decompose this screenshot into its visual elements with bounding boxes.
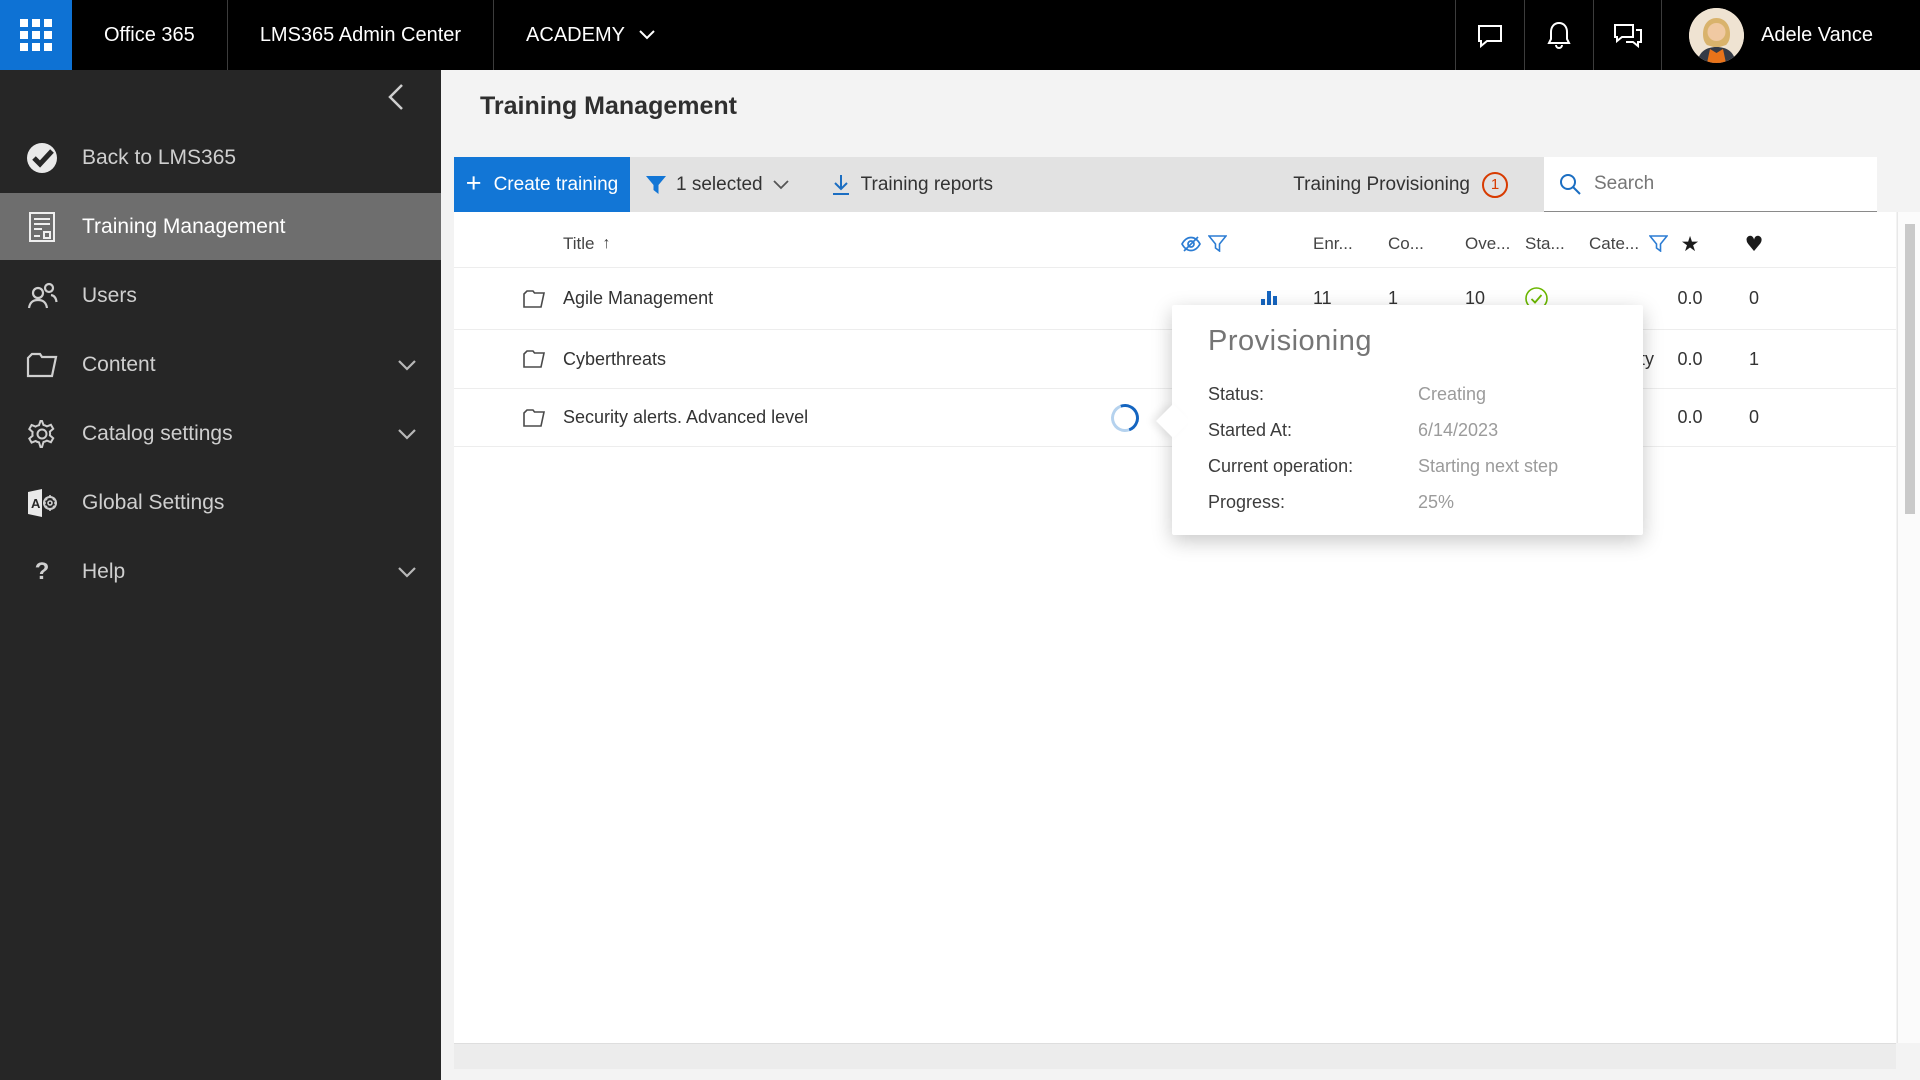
- tooltip-field-label: Status:: [1208, 383, 1265, 404]
- lms365-logo-icon: [20, 142, 64, 174]
- column-header-overdue[interactable]: Ove...: [1465, 220, 1523, 267]
- tooltip-field: Current operation: Starting next step: [1208, 448, 1607, 484]
- users-icon: [20, 282, 64, 310]
- column-header-status[interactable]: Sta...: [1525, 220, 1585, 267]
- filter-icon: [646, 175, 666, 194]
- sidebar: Back to LMS365 Training Management Users…: [0, 70, 441, 1080]
- sidebar-item-training-management[interactable]: Training Management: [0, 193, 441, 260]
- product-name[interactable]: Office 365: [72, 0, 228, 70]
- column-header-rating[interactable]: ★: [1654, 220, 1726, 267]
- sidebar-item-catalog-settings[interactable]: Catalog settings: [0, 400, 441, 467]
- filter-selected-dropdown[interactable]: 1 selected: [646, 174, 789, 196]
- chevron-left-icon: [388, 84, 403, 110]
- app-name[interactable]: LMS365 Admin Center: [228, 0, 495, 70]
- chevron-down-icon: [639, 30, 655, 40]
- sidebar-collapse-button[interactable]: [383, 82, 413, 112]
- sidebar-item-back-to-lms365[interactable]: Back to LMS365: [0, 124, 441, 191]
- page-title: Training Management: [480, 92, 737, 120]
- tooltip-field: Progress: 25%: [1208, 484, 1607, 520]
- chevron-down-icon: [398, 359, 416, 371]
- folder-icon: [523, 268, 545, 329]
- tooltip-field-value: Creating: [1418, 383, 1487, 404]
- rating-value: 0.0: [1677, 348, 1703, 369]
- gear-icon: [20, 419, 64, 449]
- provisioning-tooltip: Provisioning Status: Creating Started At…: [1156, 305, 1643, 535]
- column-header-enrolled[interactable]: Enr...: [1313, 220, 1371, 267]
- tooltip-field-value: Starting next step: [1418, 455, 1559, 476]
- global-settings-icon: A: [20, 488, 64, 518]
- chevron-down-icon: [398, 428, 416, 440]
- horizontal-scrollbar[interactable]: [454, 1043, 1896, 1069]
- help-icon: ?: [34, 557, 50, 585]
- feedback-button[interactable]: [1593, 0, 1663, 70]
- column-header-likes[interactable]: ♥: [1718, 220, 1790, 267]
- sidebar-item-users[interactable]: Users: [0, 262, 441, 329]
- chat-icon: [1478, 25, 1503, 49]
- waffle-icon: [20, 19, 52, 51]
- chevron-down-icon: [772, 179, 789, 189]
- search-box: [1544, 157, 1877, 212]
- filter-outline-icon[interactable]: [1208, 235, 1227, 252]
- tooltip-field-value: 6/14/2023: [1418, 419, 1499, 440]
- column-header-completed[interactable]: Co...: [1388, 220, 1446, 267]
- command-band: 1 selected Training reports Training Pro…: [630, 157, 1544, 212]
- create-training-button[interactable]: + Create training: [454, 157, 630, 212]
- rating-value: 0.0: [1677, 288, 1703, 308]
- star-icon: ★: [1680, 231, 1700, 256]
- heart-icon: ♥: [1744, 231, 1764, 256]
- sort-ascending-icon: ↑: [602, 234, 611, 252]
- tooltip-field-value: 25%: [1418, 491, 1455, 512]
- training-title[interactable]: Cyberthreats: [563, 330, 666, 388]
- chevron-down-icon: [398, 566, 416, 578]
- bell-icon: [1547, 21, 1571, 49]
- tenant-selector[interactable]: ACADEMY: [494, 0, 687, 70]
- training-title[interactable]: Security alerts. Advanced level: [563, 389, 808, 446]
- tooltip-title: Provisioning: [1208, 325, 1372, 357]
- tooltip-field-label: Progress:: [1208, 491, 1286, 512]
- sidebar-item-global-settings[interactable]: A Global Settings: [0, 469, 441, 536]
- training-provisioning-button[interactable]: Training Provisioning 1: [1293, 171, 1544, 198]
- avatar: [1689, 7, 1745, 63]
- training-reports-button[interactable]: Training reports: [831, 174, 993, 196]
- svg-text:A: A: [31, 496, 41, 511]
- scrollbar-thumb[interactable]: [1905, 224, 1915, 514]
- vertical-scrollbar[interactable]: [1897, 212, 1920, 1043]
- download-icon: [832, 174, 849, 195]
- likes-value: 0: [1748, 288, 1759, 308]
- document-icon: [20, 211, 64, 242]
- app-launcher-button[interactable]: [0, 0, 72, 70]
- user-name: Adele Vance: [1761, 23, 1873, 46]
- plus-icon: +: [465, 167, 482, 198]
- training-title[interactable]: Agile Management: [563, 268, 713, 329]
- search-icon: [1560, 174, 1581, 195]
- column-header-visibility: [1180, 220, 1227, 267]
- rating-value: 0.0: [1677, 407, 1703, 427]
- chat-button[interactable]: [1455, 0, 1524, 70]
- likes-value: 1: [1748, 348, 1759, 369]
- table-header-row: Title ↑ Enr... Co... Ove... Sta... Cate.…: [454, 220, 1896, 268]
- notifications-button[interactable]: [1524, 0, 1593, 70]
- suite-top-bar: Office 365 LMS365 Admin Center ACADEMY A…: [0, 0, 1920, 70]
- account-menu[interactable]: Adele Vance: [1662, 7, 1920, 63]
- feedback-icon: [1613, 24, 1642, 49]
- likes-value: 0: [1748, 407, 1759, 427]
- tooltip-field: Started At: 6/14/2023: [1208, 412, 1607, 448]
- sidebar-item-help[interactable]: ? Help: [0, 538, 441, 605]
- eye-off-icon[interactable]: [1180, 235, 1202, 253]
- main-content: Training Management + Create training 1 …: [441, 70, 1920, 1080]
- tooltip-field-label: Current operation:: [1208, 455, 1354, 476]
- folder-icon: [523, 389, 545, 446]
- sidebar-item-content[interactable]: Content: [0, 331, 441, 398]
- tooltip-field-label: Started At:: [1208, 419, 1293, 440]
- folder-icon: [20, 352, 64, 378]
- search-input[interactable]: [1594, 173, 1834, 195]
- folder-icon: [523, 330, 545, 388]
- command-bar: + Create training 1 selected Training re…: [454, 157, 1878, 212]
- column-header-title[interactable]: Title ↑: [563, 220, 611, 267]
- tooltip-field: Status: Creating: [1208, 376, 1607, 412]
- provisioning-count-badge: 1: [1482, 171, 1508, 198]
